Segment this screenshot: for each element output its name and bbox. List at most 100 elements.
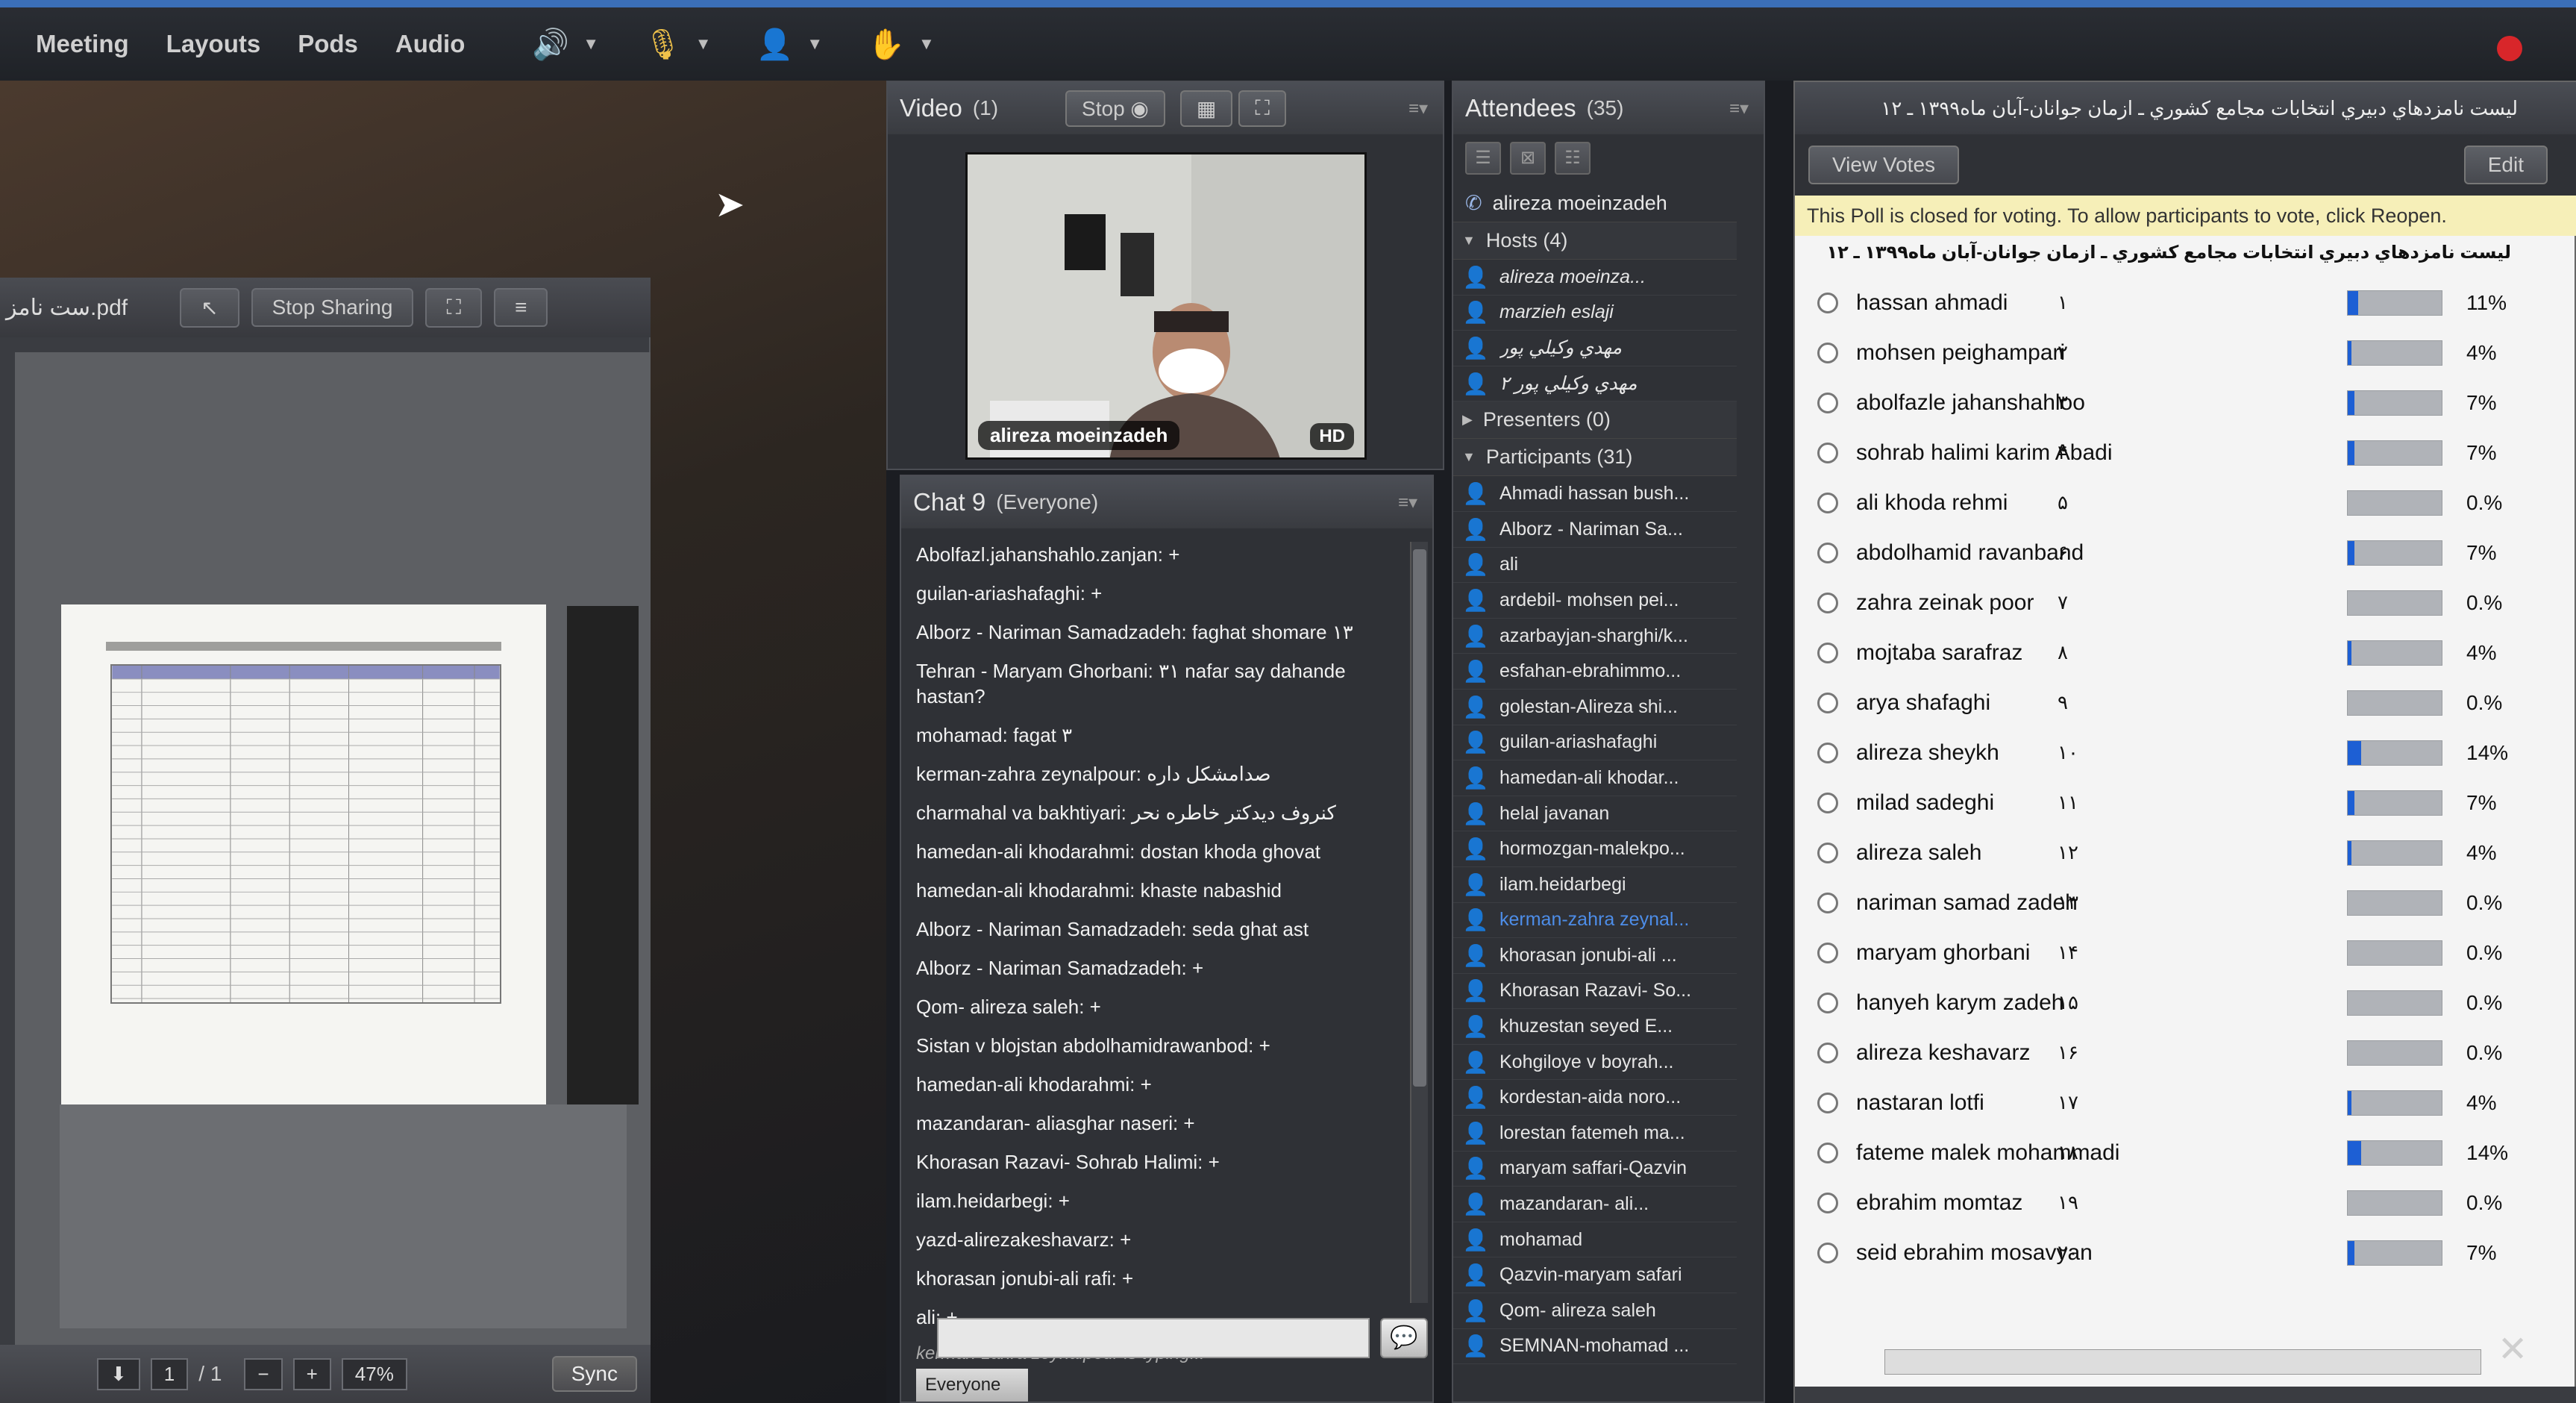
send-message-icon[interactable]: 💬 bbox=[1380, 1318, 1428, 1358]
poll-option[interactable]: nastaran lotfi ۱۷ 4% bbox=[1795, 1078, 2576, 1128]
poll-option-radio[interactable] bbox=[1817, 592, 1838, 613]
speaker-dropdown-icon[interactable]: ▼ bbox=[583, 34, 599, 54]
participant-row[interactable]: 👤 Ahmadi hassan bush... bbox=[1453, 476, 1737, 512]
participant-row[interactable]: 👤 SEMNAN-mohamad ... bbox=[1453, 1329, 1737, 1365]
poll-option[interactable]: seid ebrahim mosavyan ۲۰ 7% bbox=[1795, 1228, 2576, 1278]
chat-message-input[interactable] bbox=[937, 1318, 1370, 1358]
participant-row[interactable]: 👤 ardebil- mohsen pei... bbox=[1453, 583, 1737, 619]
chat-scroll-thumb[interactable] bbox=[1413, 549, 1426, 1087]
poll-option[interactable]: abolfazle jahanshahloo ۳ 7% bbox=[1795, 378, 2576, 428]
poll-option-radio[interactable] bbox=[1817, 442, 1838, 463]
presenters-category[interactable]: ▶ Presenters (0) bbox=[1453, 401, 1737, 440]
poll-option[interactable]: mohsen peighampari ۲ 4% bbox=[1795, 328, 2576, 378]
participant-row[interactable]: 👤 lorestan fatemeh ma... bbox=[1453, 1116, 1737, 1152]
poll-option-radio[interactable] bbox=[1817, 742, 1838, 763]
fullscreen-icon[interactable]: ⛶ bbox=[425, 287, 483, 328]
host-row[interactable]: 👤 مهدي وكيلي پور ۲ bbox=[1453, 366, 1737, 402]
previous-page-icon[interactable]: ⬇ bbox=[97, 1357, 140, 1390]
poll-option[interactable]: sohrab halimi karim Abadi ۴ 7% bbox=[1795, 428, 2576, 478]
microphone-dropdown-icon[interactable]: ▼ bbox=[695, 34, 712, 54]
poll-option-radio[interactable] bbox=[1817, 1092, 1838, 1113]
zoom-in-button[interactable]: + bbox=[292, 1357, 331, 1390]
participant-row[interactable]: 👤 golestan-Alireza shi... bbox=[1453, 690, 1737, 725]
poll-option-radio[interactable] bbox=[1817, 1142, 1838, 1163]
breakout-view-icon[interactable]: ⊠ bbox=[1510, 142, 1546, 175]
attendees-pod-menu-icon[interactable]: ≡▾ bbox=[1729, 98, 1749, 119]
status-view-icon[interactable]: ☷ bbox=[1555, 142, 1591, 175]
host-row[interactable]: 👤 مهدي وكيلي پور bbox=[1453, 331, 1737, 366]
poll-option-radio[interactable] bbox=[1817, 642, 1838, 663]
poll-option-radio[interactable] bbox=[1817, 692, 1838, 713]
participant-row[interactable]: 👤 hamedan-ali khodar... bbox=[1453, 760, 1737, 796]
status-dropdown-icon[interactable]: ▼ bbox=[918, 34, 935, 54]
poll-option[interactable]: zahra zeinak poor ۷ 0.% bbox=[1795, 578, 2576, 628]
participant-row[interactable]: 👤 kordestan-aida noro... bbox=[1453, 1080, 1737, 1116]
participant-row[interactable]: 👤 ilam.heidarbegi bbox=[1453, 867, 1737, 903]
poll-option[interactable]: nariman samad zadeh ۱۳ 0.% bbox=[1795, 878, 2576, 928]
close-icon[interactable]: ✕ bbox=[2498, 1328, 2528, 1370]
host-row[interactable]: 👤 marzieh eslaji bbox=[1453, 296, 1737, 331]
poll-option[interactable]: maryam ghorbani ۱۴ 0.% bbox=[1795, 928, 2576, 978]
zoom-level-select[interactable]: 47% bbox=[341, 1357, 407, 1390]
poll-option[interactable]: hassan ahmadi ۱ 11% bbox=[1795, 278, 2576, 328]
list-view-icon[interactable]: ☰ bbox=[1465, 142, 1501, 175]
poll-option-radio[interactable] bbox=[1817, 792, 1838, 813]
current-user-row[interactable]: ✆ alireza moeinzadeh bbox=[1453, 185, 1737, 222]
participant-row[interactable]: 👤 Alborz - Nariman Sa... bbox=[1453, 512, 1737, 548]
recording-indicator-icon[interactable] bbox=[2497, 36, 2522, 61]
poll-option-radio[interactable] bbox=[1817, 542, 1838, 563]
menu-layouts[interactable]: Layouts bbox=[166, 30, 261, 58]
poll-option-radio[interactable] bbox=[1817, 342, 1838, 363]
poll-option-radio[interactable] bbox=[1817, 1192, 1838, 1213]
poll-option-radio[interactable] bbox=[1817, 942, 1838, 963]
participant-row[interactable]: 👤 helal javanan bbox=[1453, 796, 1737, 832]
participants-category[interactable]: ▼ Participants (31) bbox=[1453, 439, 1737, 477]
participant-row[interactable]: 👤 esfahan-ebrahimmo... bbox=[1453, 654, 1737, 690]
poll-option-radio[interactable] bbox=[1817, 992, 1838, 1013]
poll-scrollbar[interactable] bbox=[1884, 1349, 2481, 1375]
zoom-out-button[interactable]: − bbox=[244, 1357, 283, 1390]
participant-row[interactable]: 👤 khorasan jonubi-ali ... bbox=[1453, 938, 1737, 974]
chat-scrollbar[interactable] bbox=[1410, 542, 1428, 1303]
fullscreen-video-icon[interactable]: ⛶ bbox=[1238, 90, 1286, 127]
poll-option[interactable]: alireza keshavarz ۱۶ 0.% bbox=[1795, 1028, 2576, 1078]
host-row[interactable]: 👤 alireza moeinza... bbox=[1453, 260, 1737, 296]
participant-row[interactable]: 👤 khuzestan seyed E... bbox=[1453, 1009, 1737, 1045]
stop-video-button[interactable]: Stop ◉ bbox=[1065, 90, 1165, 127]
participant-row[interactable]: 👤 guilan-ariashafaghi bbox=[1453, 725, 1737, 761]
participant-row[interactable]: 👤 Qazvin-maryam safari bbox=[1453, 1257, 1737, 1294]
poll-option-radio[interactable] bbox=[1817, 1042, 1838, 1063]
poll-option[interactable]: milad sadeghi ۱۱ 7% bbox=[1795, 778, 2576, 828]
hosts-category[interactable]: ▼ Hosts (4) bbox=[1453, 222, 1737, 260]
poll-option[interactable]: mojtaba sarafraz ۸ 4% bbox=[1795, 628, 2576, 678]
participant-row[interactable]: 👤 Khorasan Razavi- So... bbox=[1453, 974, 1737, 1010]
poll-option-radio[interactable] bbox=[1817, 292, 1838, 313]
poll-option[interactable]: ebrahim momtaz ۱۹ 0.% bbox=[1795, 1178, 2576, 1228]
poll-option[interactable]: arya shafaghi ۹ 0.% bbox=[1795, 678, 2576, 728]
chat-recipient-select[interactable]: Everyone bbox=[916, 1369, 1028, 1402]
poll-option[interactable]: hanyeh karym zadeh ۱۵ 0.% bbox=[1795, 978, 2576, 1028]
poll-option-radio[interactable] bbox=[1817, 392, 1838, 413]
pointer-tool-button[interactable]: ↖ bbox=[180, 287, 239, 328]
poll-option[interactable]: alireza sheykh ۱۰ 14% bbox=[1795, 728, 2576, 778]
edit-poll-button[interactable]: Edit bbox=[2463, 146, 2548, 184]
participant-row[interactable]: 👤 maryam saffari-Qazvin bbox=[1453, 1152, 1737, 1187]
microphone-icon[interactable]: 🎙 bbox=[644, 27, 682, 62]
participant-row[interactable]: 👤 mohamad bbox=[1453, 1222, 1737, 1258]
participant-row[interactable]: 👤 Qom- alireza saleh bbox=[1453, 1293, 1737, 1329]
poll-option[interactable]: fateme malek mohammadi ۱۸ 14% bbox=[1795, 1128, 2576, 1178]
menu-pods[interactable]: Pods bbox=[298, 30, 358, 58]
poll-option[interactable]: ali khoda rehmi ۵ 0.% bbox=[1795, 478, 2576, 528]
poll-option[interactable]: alireza saleh ۱۲ 4% bbox=[1795, 828, 2576, 878]
poll-option[interactable]: abdolhamid ravanband ۶ 7% bbox=[1795, 528, 2576, 578]
participant-row[interactable]: 👤 hormozgan-malekpo... bbox=[1453, 831, 1737, 867]
speaker-icon[interactable]: 🔊 bbox=[532, 27, 569, 62]
grid-view-icon[interactable]: ▦ bbox=[1179, 90, 1233, 127]
menu-audio[interactable]: Audio bbox=[395, 30, 465, 58]
video-feed[interactable]: alireza moeinzadeh HD bbox=[965, 152, 1367, 460]
webcam-icon[interactable]: 👤 bbox=[756, 27, 794, 62]
chat-pod-menu-icon[interactable]: ≡▾ bbox=[1398, 492, 1417, 513]
participant-row[interactable]: 👤 ali bbox=[1453, 548, 1737, 584]
video-pod-menu-icon[interactable]: ≡▾ bbox=[1408, 98, 1428, 119]
poll-option-radio[interactable] bbox=[1817, 1242, 1838, 1263]
